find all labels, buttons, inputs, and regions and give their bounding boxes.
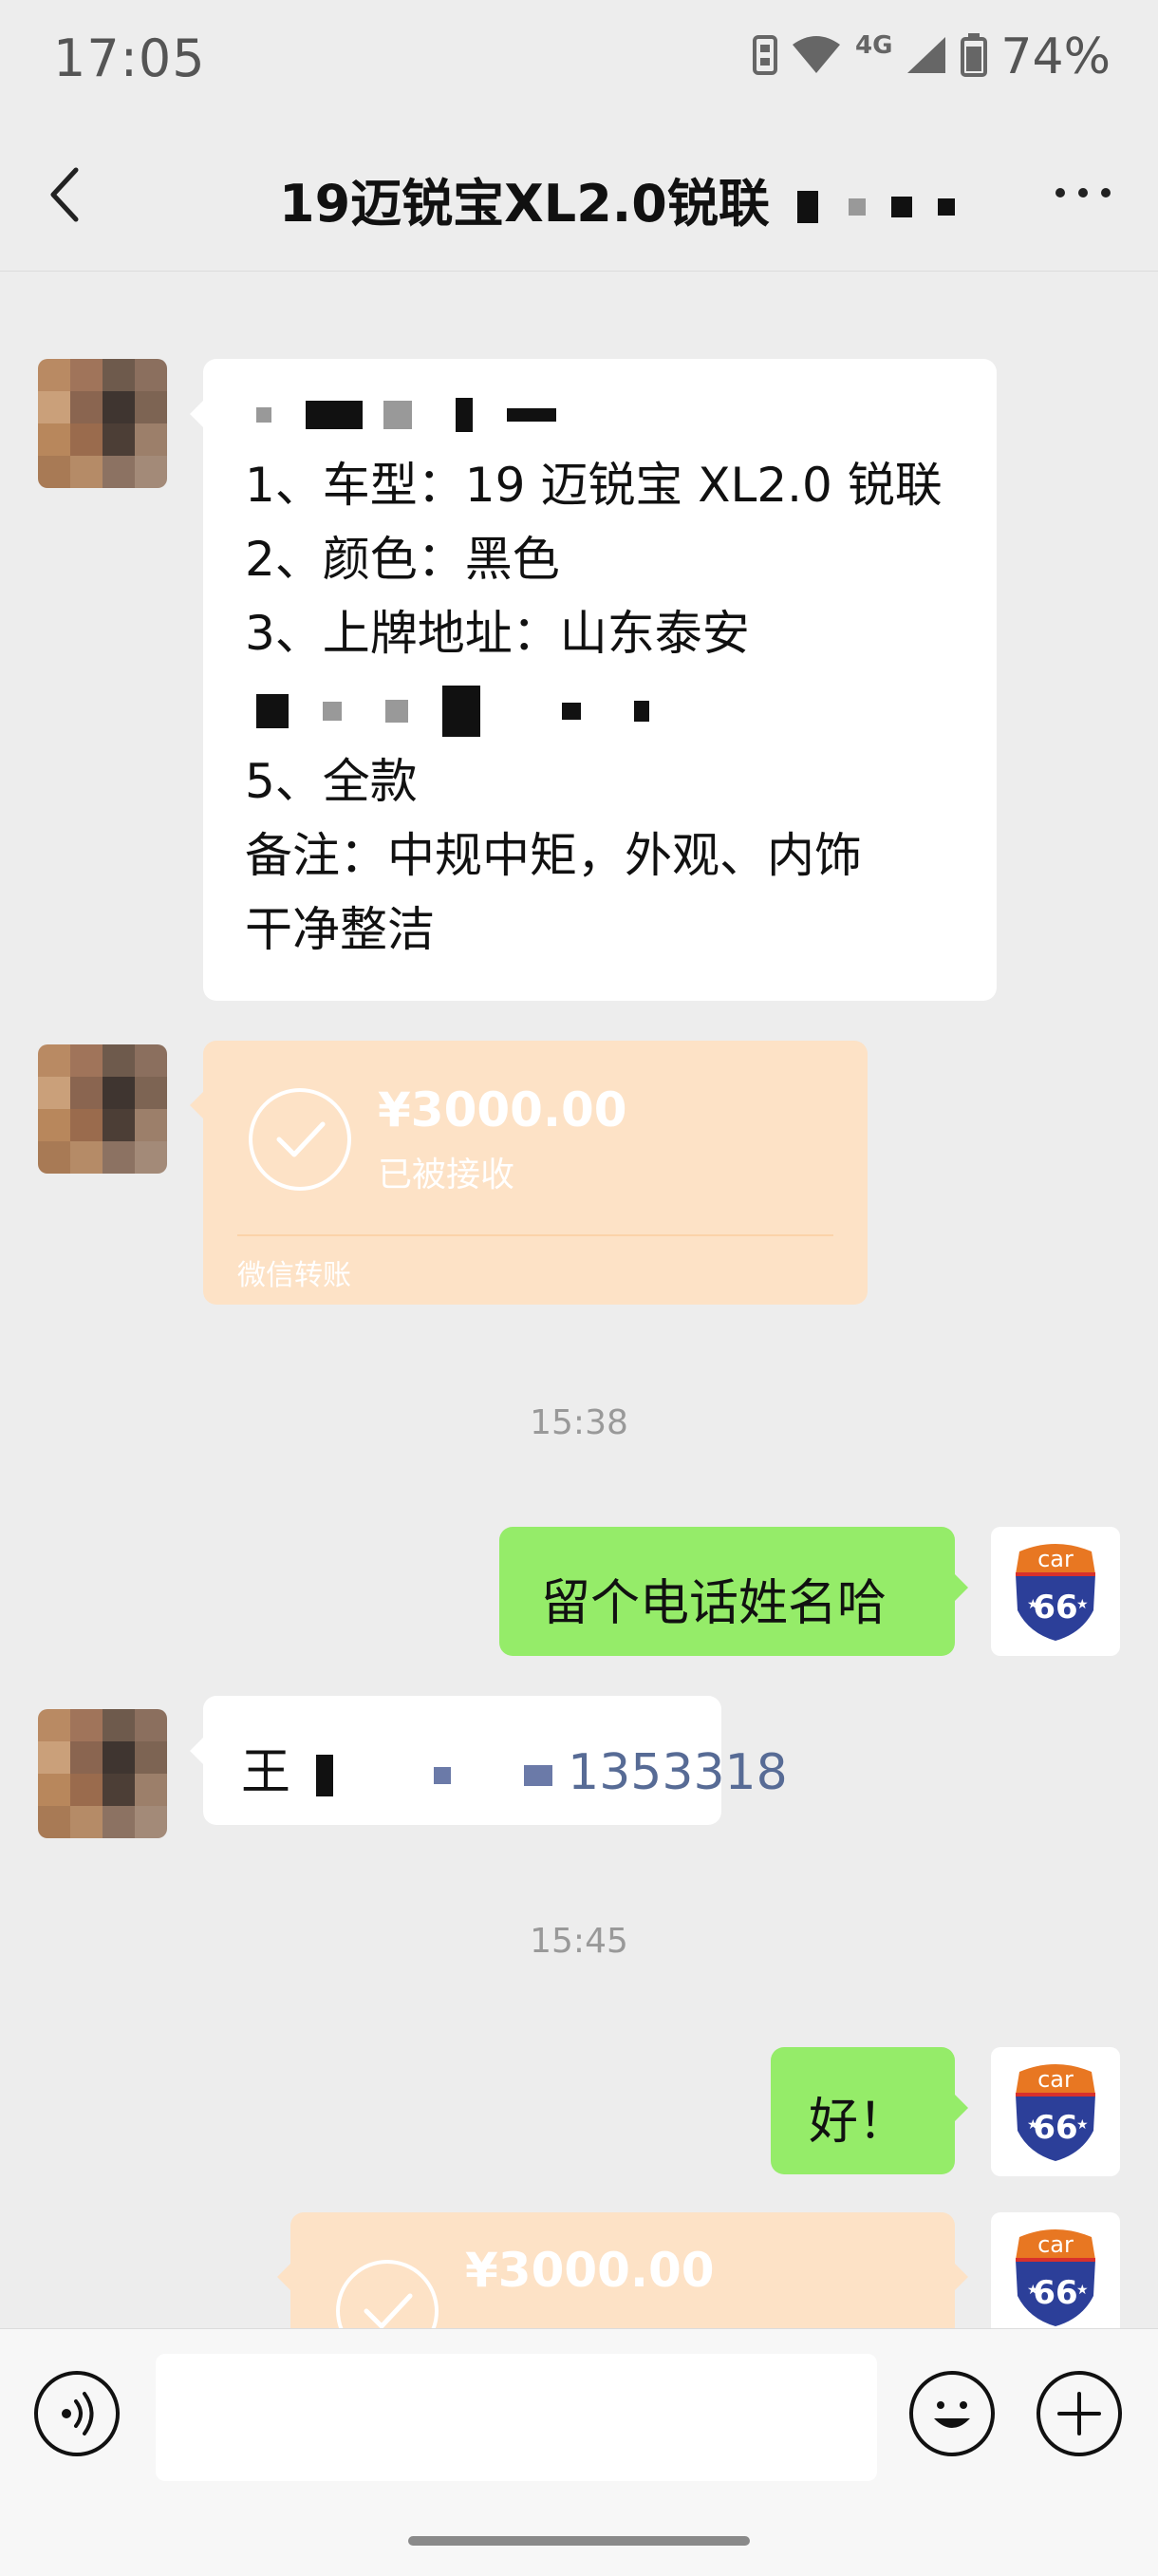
wifi-icon <box>791 35 842 79</box>
order-line: 5、全款 <box>245 754 418 809</box>
route-66-car-logo: car 66 ★ ★ <box>1016 2064 1095 2161</box>
contact-avatar[interactable] <box>38 1709 167 1838</box>
redaction <box>849 198 867 216</box>
pixelated-avatar-image <box>38 1044 167 1174</box>
more-functions-button[interactable] <box>1037 2371 1122 2456</box>
status-icons: 4G 74% <box>752 28 1111 85</box>
order-line: 备注：中规中矩，外观、内饰 <box>245 828 862 883</box>
logo-number-text: 66 <box>1033 2109 1077 2147</box>
svg-text:★: ★ <box>1027 2283 1039 2298</box>
redaction <box>891 197 913 218</box>
divider <box>237 1234 833 1236</box>
status-bar: 17:05 4G 74% <box>0 0 1158 114</box>
nfc-icon <box>752 35 777 79</box>
transfer-card-received[interactable]: ¥3000.00 已被接收 微信转账 <box>190 1041 868 1305</box>
plus-icon <box>1057 2392 1101 2435</box>
self-avatar[interactable]: car 66 ★ ★ <box>991 2212 1120 2341</box>
redaction <box>434 1767 452 1784</box>
chat-timestamp: 15:45 <box>530 1922 628 1961</box>
order-text: 1、车型：19 迈锐宝 XL2.0 锐联 2、颜色：黑色 3、上牌地址：山东泰安… <box>245 374 943 967</box>
contact-info-text: 王 1353318 <box>241 1732 788 1803</box>
redacted-line <box>245 374 943 448</box>
self-avatar[interactable]: car 66 ★ ★ <box>991 2047 1120 2176</box>
redaction <box>315 1755 333 1796</box>
input-bar <box>0 2328 1158 2576</box>
check-circle-icon <box>249 1088 351 1191</box>
redaction <box>523 1765 552 1786</box>
status-time: 17:05 <box>53 28 206 88</box>
voice-icon <box>62 2392 94 2435</box>
svg-text:★: ★ <box>1027 2117 1039 2133</box>
message-bubble-self[interactable]: 好！ <box>771 2047 968 2174</box>
more-options-button[interactable] <box>1055 188 1111 197</box>
redacted-line <box>245 670 943 744</box>
dot <box>1101 188 1111 197</box>
logo-brand-text: car <box>1037 1546 1074 1572</box>
svg-text:★: ★ <box>1027 1597 1039 1612</box>
emoji-button[interactable] <box>909 2371 995 2456</box>
pixelated-avatar-image <box>38 359 167 488</box>
contact-name-prefix: 王 <box>241 1744 291 1801</box>
home-indicator[interactable] <box>408 2536 750 2546</box>
dot <box>1055 188 1065 197</box>
logo-brand-text: car <box>1037 2066 1074 2093</box>
svg-text:★: ★ <box>1076 1597 1089 1612</box>
chevron-left-icon <box>50 167 79 222</box>
logo-number-text: 66 <box>1033 2274 1077 2312</box>
battery-percent: 74% <box>1000 28 1111 85</box>
redaction <box>796 191 818 224</box>
chat-title-text: 19迈锐宝XL2.0锐联 <box>279 174 770 234</box>
transfer-amount: ¥3000.00 <box>465 2243 715 2298</box>
message-text: 留个电话姓名哈 <box>541 1575 887 1632</box>
svg-text:★: ★ <box>1076 2117 1089 2133</box>
signal-icon <box>906 35 947 79</box>
battery-icon <box>961 33 988 81</box>
back-button[interactable] <box>46 166 84 223</box>
self-avatar[interactable]: car 66 ★ ★ <box>991 1527 1120 1656</box>
transfer-amount: ¥3000.00 <box>378 1082 627 1138</box>
contact-phone-link[interactable]: 1353318 <box>568 1744 788 1801</box>
chat-title: 19迈锐宝XL2.0锐联 <box>279 161 956 236</box>
contact-avatar[interactable] <box>38 1044 167 1174</box>
pixelated-avatar-image <box>38 1709 167 1838</box>
logo-brand-text: car <box>1037 2231 1074 2258</box>
transfer-status: 已被接收 <box>378 1156 515 1194</box>
message-input[interactable] <box>156 2354 877 2481</box>
emoji-icon <box>934 2401 970 2428</box>
logo-number-text: 66 <box>1033 1589 1077 1626</box>
dot <box>1078 188 1088 197</box>
order-line: 3、上牌地址：山东泰安 <box>245 606 750 661</box>
chat-header: 19迈锐宝XL2.0锐联 <box>0 114 1158 272</box>
route-66-car-logo: car 66 ★ ★ <box>1016 2229 1095 2326</box>
message-bubble-self[interactable]: 留个电话姓名哈 <box>499 1527 968 1656</box>
route-66-car-logo: car 66 ★ ★ <box>1016 1544 1095 1641</box>
message-bubble-contact-info[interactable]: 王 1353318 <box>190 1696 788 1825</box>
transfer-label: 微信转账 <box>237 1259 351 1292</box>
voice-input-button[interactable] <box>34 2371 120 2456</box>
redaction <box>938 198 956 216</box>
contact-avatar[interactable] <box>38 359 167 488</box>
order-line: 2、颜色：黑色 <box>245 532 560 587</box>
message-text: 好！ <box>809 2094 908 2151</box>
order-line: 1、车型：19 迈锐宝 XL2.0 锐联 <box>245 458 943 513</box>
chat-timestamp: 15:38 <box>530 1403 628 1442</box>
order-line: 干净整洁 <box>245 902 435 957</box>
network-type: 4G <box>854 31 893 60</box>
message-bubble-order[interactable]: 1、车型：19 迈锐宝 XL2.0 锐联 2、颜色：黑色 3、上牌地址：山东泰安… <box>190 359 997 1001</box>
svg-text:★: ★ <box>1076 2283 1089 2298</box>
